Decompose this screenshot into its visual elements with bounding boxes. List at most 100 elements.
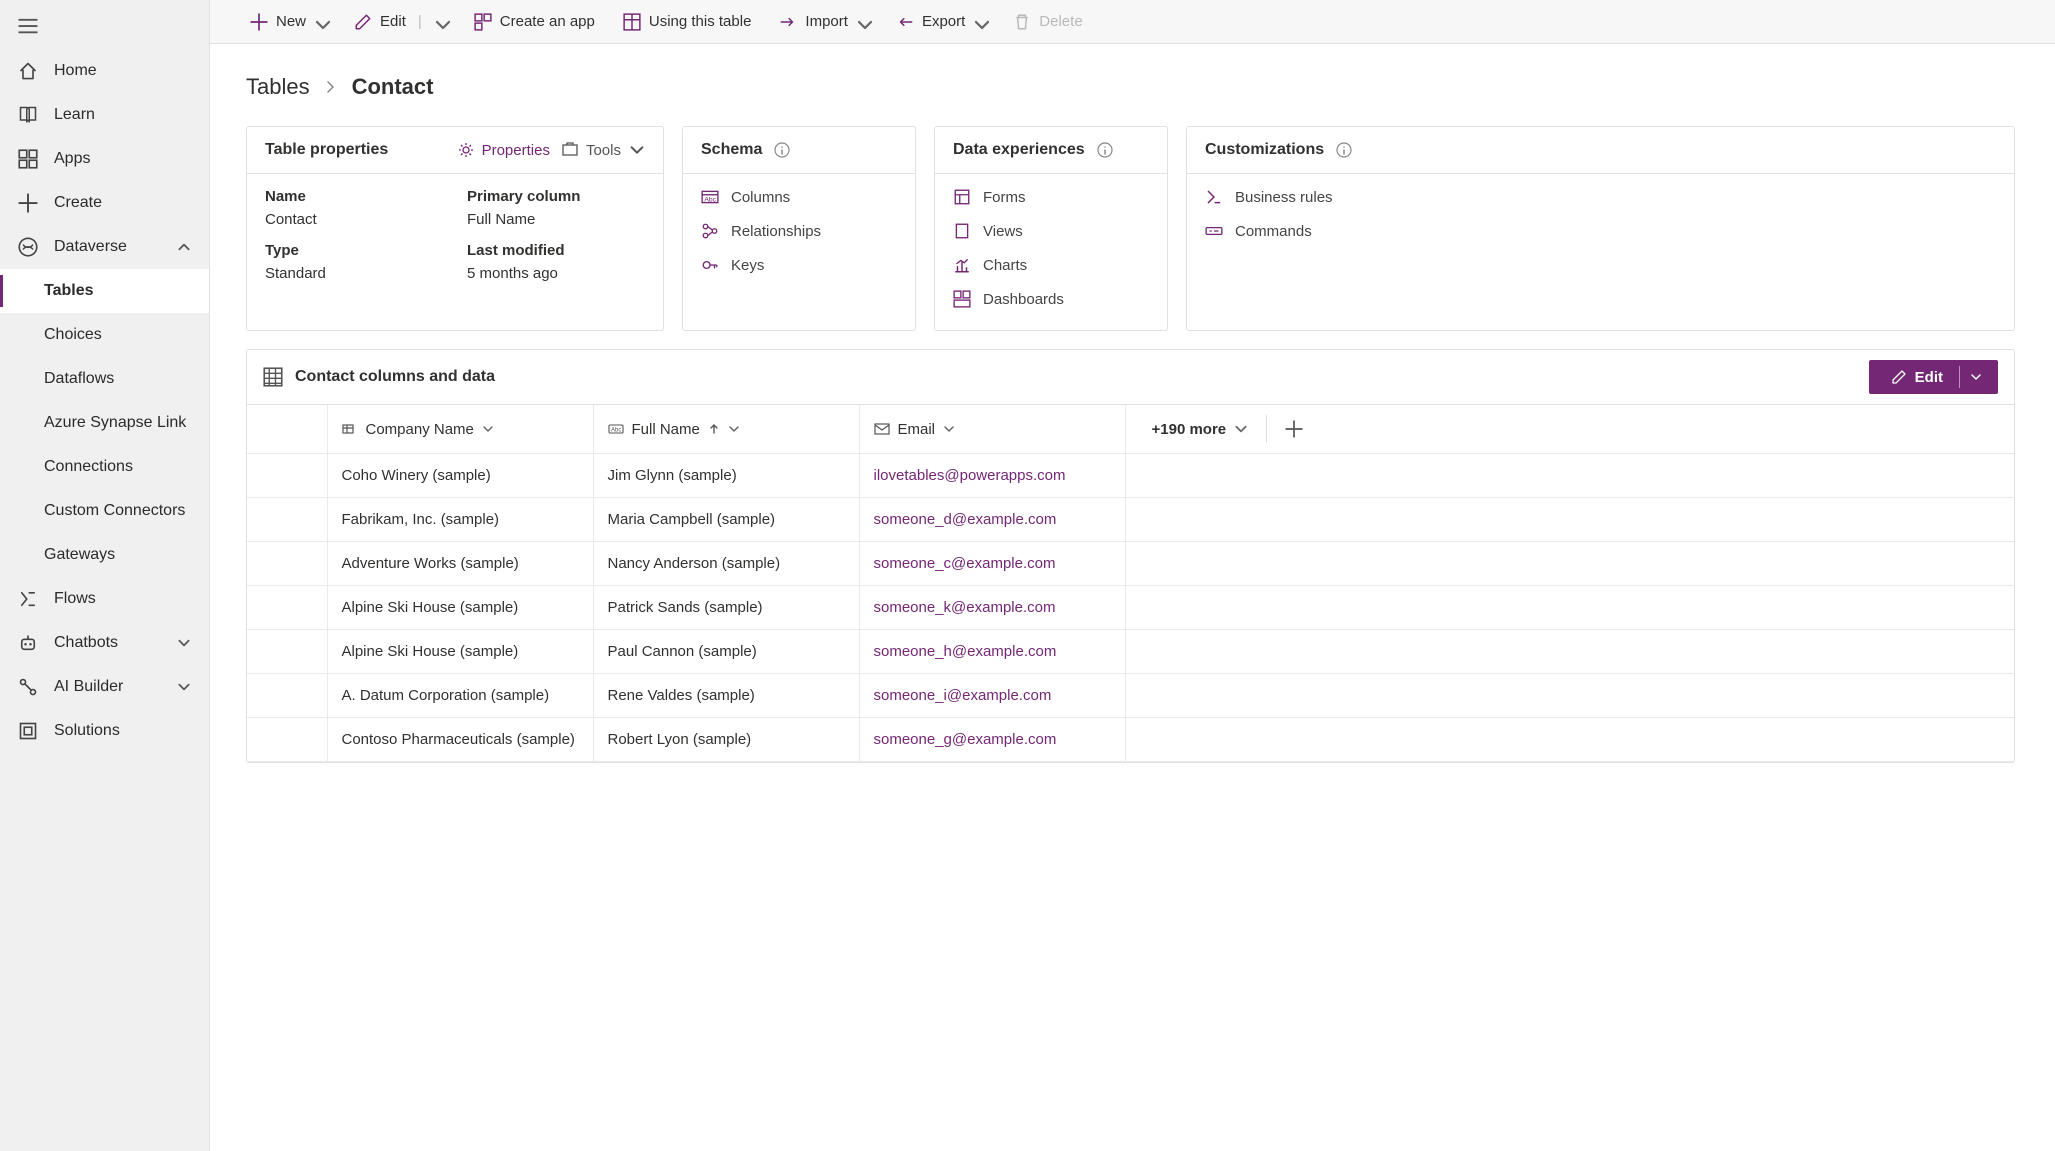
row-handle[interactable] (247, 674, 327, 718)
prop-value-primary: Full Name (467, 211, 645, 228)
link-relationships[interactable]: Relationships (701, 222, 897, 240)
cell-email[interactable]: someone_i@example.com (859, 674, 1125, 718)
email-link[interactable]: someone_d@example.com (874, 511, 1057, 528)
sidebar-item-custom-connectors[interactable]: Custom Connectors (0, 489, 209, 533)
edit-split-dropdown[interactable] (1960, 371, 1992, 383)
cell-email[interactable]: someone_d@example.com (859, 498, 1125, 542)
sidebar-item-dataverse[interactable]: Dataverse (0, 225, 209, 269)
link-dashboards[interactable]: Dashboards (953, 290, 1149, 308)
sidebar-item-ai-builder[interactable]: AI Builder (0, 665, 209, 709)
new-button[interactable]: New (240, 7, 336, 37)
link-forms[interactable]: Forms (953, 188, 1149, 206)
cell-company[interactable]: Alpine Ski House (sample) (327, 630, 593, 674)
email-link[interactable]: ilovetables@powerapps.com (874, 467, 1066, 484)
properties-link[interactable]: Properties (458, 142, 550, 159)
table-row[interactable]: Alpine Ski House (sample)Paul Cannon (sa… (247, 630, 2014, 674)
divider (1266, 415, 1267, 443)
table-row[interactable]: Alpine Ski House (sample)Patrick Sands (… (247, 586, 2014, 630)
cell-fullname[interactable]: Maria Campbell (sample) (593, 498, 859, 542)
link-keys[interactable]: Keys (701, 256, 897, 274)
sidebar-item-gateways[interactable]: Gateways (0, 533, 209, 577)
link-columns[interactable]: Columns (701, 188, 897, 206)
edit-button[interactable]: Edit | (344, 7, 456, 37)
import-button[interactable]: Import (769, 7, 878, 37)
cell-company[interactable]: Coho Winery (sample) (327, 454, 593, 498)
sidebar-item-tables[interactable]: Tables (0, 269, 209, 313)
cell-fullname[interactable]: Nancy Anderson (sample) (593, 542, 859, 586)
cell-fullname[interactable]: Rene Valdes (sample) (593, 674, 859, 718)
column-header-company[interactable]: Company Name (327, 405, 593, 454)
cell-blank (1125, 630, 2014, 674)
create-app-button[interactable]: Create an app (464, 7, 605, 37)
link-commands[interactable]: Commands (1205, 222, 1996, 240)
cell-company[interactable]: Contoso Pharmaceuticals (sample) (327, 718, 593, 762)
cell-email[interactable]: ilovetables@powerapps.com (859, 454, 1125, 498)
export-button[interactable]: Export (886, 7, 995, 37)
cell-email[interactable]: someone_g@example.com (859, 718, 1125, 762)
email-link[interactable]: someone_k@example.com (874, 599, 1056, 616)
row-handle[interactable] (247, 498, 327, 542)
sidebar-item-azure-synapse-link[interactable]: Azure Synapse Link (0, 401, 209, 445)
sidebar-item-chatbots[interactable]: Chatbots (0, 621, 209, 665)
button-label: Export (922, 13, 965, 30)
card-title: Data experiences (953, 141, 1085, 159)
sidebar-item-solutions[interactable]: Solutions (0, 709, 209, 753)
sidebar-item-create[interactable]: Create (0, 181, 209, 225)
link-views[interactable]: Views (953, 222, 1149, 240)
column-header-fullname[interactable]: Full Name (593, 405, 859, 454)
cell-company[interactable]: Alpine Ski House (sample) (327, 586, 593, 630)
column-header-email[interactable]: Email (859, 405, 1125, 454)
edit-data-button[interactable]: Edit (1869, 360, 1998, 394)
tools-dropdown[interactable]: Tools (562, 142, 645, 159)
table-row[interactable]: Coho Winery (sample)Jim Glynn (sample) il… (247, 454, 2014, 498)
email-link[interactable]: someone_g@example.com (874, 731, 1057, 748)
table-row[interactable]: Contoso Pharmaceuticals (sample)Robert L… (247, 718, 2014, 762)
delete-button[interactable]: Delete (1003, 7, 1092, 37)
table-row[interactable]: A. Datum Corporation (sample)Rene Valdes… (247, 674, 2014, 718)
sidebar-item-apps[interactable]: Apps (0, 137, 209, 181)
sidebar-item-choices[interactable]: Choices (0, 313, 209, 357)
row-handle[interactable] (247, 542, 327, 586)
email-link[interactable]: someone_h@example.com (874, 643, 1057, 660)
sidebar-item-learn[interactable]: Learn (0, 93, 209, 137)
more-columns-dropdown[interactable]: +190 more (1152, 421, 1249, 438)
cell-fullname[interactable]: Robert Lyon (sample) (593, 718, 859, 762)
sidebar-item-flows[interactable]: Flows (0, 577, 209, 621)
cell-fullname[interactable]: Patrick Sands (sample) (593, 586, 859, 630)
using-table-button[interactable]: Using this table (613, 7, 762, 37)
add-column-button[interactable] (1285, 420, 1303, 438)
breadcrumb-parent[interactable]: Tables (246, 74, 310, 100)
hamburger-button[interactable] (18, 16, 38, 36)
row-handle[interactable] (247, 630, 327, 674)
cell-company[interactable]: Fabrikam, Inc. (sample) (327, 498, 593, 542)
cell-email[interactable]: someone_h@example.com (859, 630, 1125, 674)
cell-fullname[interactable]: Paul Cannon (sample) (593, 630, 859, 674)
link-business-rules[interactable]: Business rules (1205, 188, 1996, 206)
chevron-up-icon (177, 240, 191, 254)
table-row[interactable]: Adventure Works (sample)Nancy Anderson (… (247, 542, 2014, 586)
info-icon[interactable] (1336, 142, 1352, 158)
email-link[interactable]: someone_c@example.com (874, 555, 1056, 572)
sidebar-item-dataflows[interactable]: Dataflows (0, 357, 209, 401)
row-handle[interactable] (247, 454, 327, 498)
sidebar-item-label: Custom Connectors (44, 502, 185, 520)
business-rules-icon (1205, 188, 1223, 206)
table-row[interactable]: Fabrikam, Inc. (sample)Maria Campbell (s… (247, 498, 2014, 542)
row-handle[interactable] (247, 586, 327, 630)
cell-fullname[interactable]: Jim Glynn (sample) (593, 454, 859, 498)
sidebar-item-connections[interactable]: Connections (0, 445, 209, 489)
info-icon[interactable] (1097, 142, 1113, 158)
cell-company[interactable]: A. Datum Corporation (sample) (327, 674, 593, 718)
sidebar-item-home[interactable]: Home (0, 49, 209, 93)
card-title: Table properties (265, 141, 388, 159)
row-handle[interactable] (247, 718, 327, 762)
sidebar-item-label: Learn (54, 106, 95, 124)
cell-email[interactable]: someone_k@example.com (859, 586, 1125, 630)
cell-company[interactable]: Adventure Works (sample) (327, 542, 593, 586)
button-label: Create an app (500, 13, 595, 30)
cards-row: Table properties Properties Tools (246, 126, 2015, 331)
email-link[interactable]: someone_i@example.com (874, 687, 1052, 704)
info-icon[interactable] (774, 142, 790, 158)
cell-email[interactable]: someone_c@example.com (859, 542, 1125, 586)
link-charts[interactable]: Charts (953, 256, 1149, 274)
